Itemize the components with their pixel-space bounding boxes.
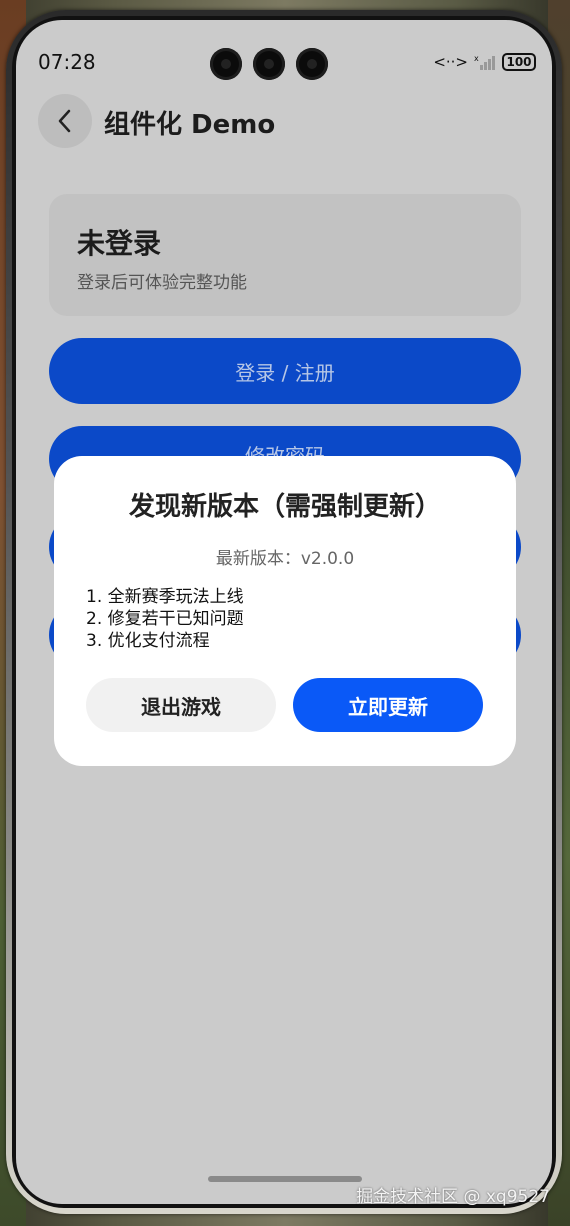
home-indicator[interactable] [208,1176,362,1182]
exit-game-button[interactable]: 退出游戏 [86,678,276,732]
camera-lens-icon [210,48,242,80]
status-time: 07:28 [38,50,96,74]
watermark: 掘金技术社区 @ xq9527 [356,1187,550,1207]
back-button[interactable] [38,94,92,148]
dialog-title: 发现新版本（需强制更新） [128,492,441,522]
data-transfer-icon: <··> [433,53,468,71]
camera-lens-icon [253,48,285,80]
battery-icon: 100 [502,53,536,71]
phone-screen: 07:28 <··> x 100 组件化 Demo 未登录 登录后可体验完整功能… [16,20,552,1204]
update-now-button[interactable]: 立即更新 [293,678,483,732]
svg-text:x: x [474,54,479,63]
release-note-item: 1. 全新赛季玩法上线 [86,587,244,607]
login-register-button[interactable]: 登录 / 注册 [49,338,521,404]
page-title: 组件化 Demo [104,110,276,140]
camera-lens-icon [296,48,328,80]
status-icons: <··> x 100 [433,50,536,74]
login-status-title: 未登录 [77,227,162,260]
release-notes: 1. 全新赛季玩法上线 2. 修复若干已知问题 3. 优化支付流程 [86,586,244,652]
release-note-item: 3. 优化支付流程 [86,631,210,651]
dialog-version: 最新版本：v2.0.0 [215,549,355,569]
update-dialog: 发现新版本（需强制更新） 最新版本：v2.0.0 1. 全新赛季玩法上线 2. … [54,456,516,766]
login-status-card: 未登录 登录后可体验完整功能 [49,194,521,316]
login-status-subtitle: 登录后可体验完整功能 [77,273,247,293]
chevron-left-icon [58,109,71,133]
release-note-item: 2. 修复若干已知问题 [86,609,244,629]
signal-icon: x [474,54,495,70]
